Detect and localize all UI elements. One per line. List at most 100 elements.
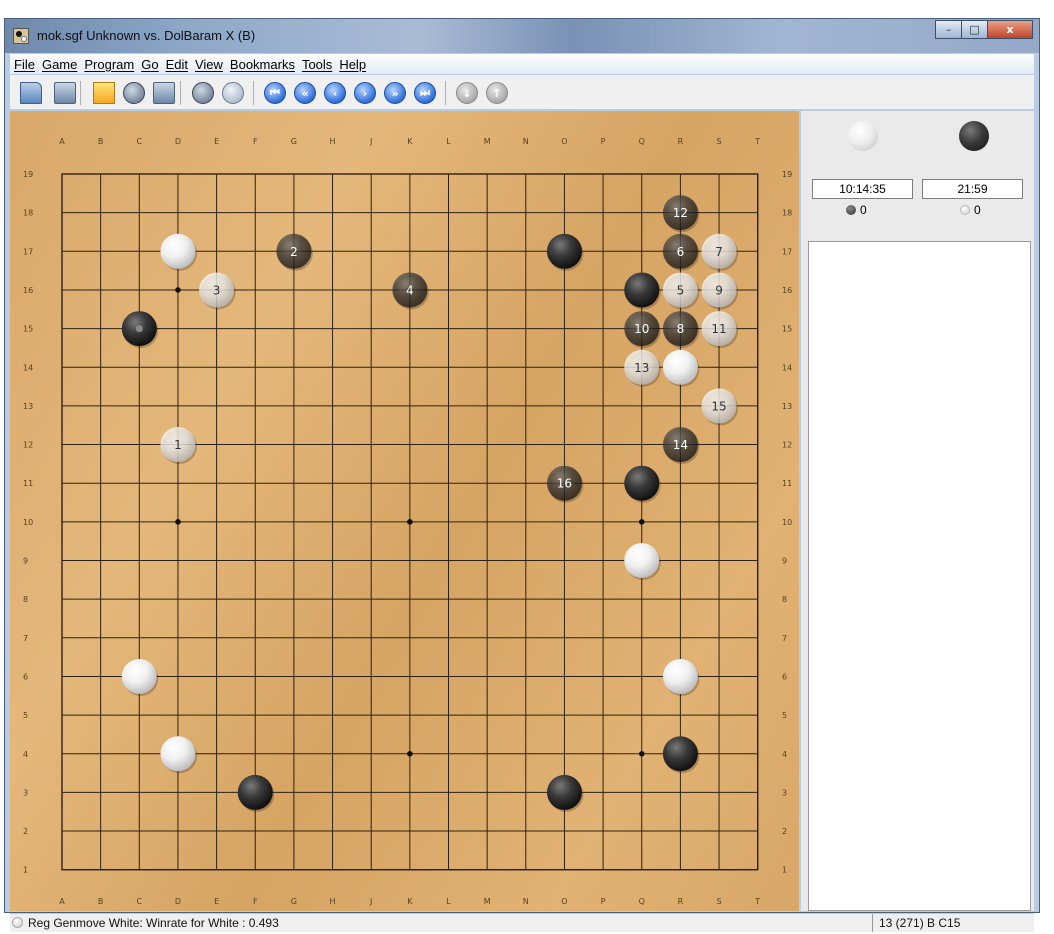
move-number: 6 — [677, 245, 685, 259]
title-bar[interactable]: mok.sgf Unknown vs. DolBaram X (B) – □ x — [5, 19, 1039, 53]
toolbar-separator — [253, 81, 254, 105]
white-stone — [160, 736, 197, 774]
stone — [237, 774, 273, 810]
column-label: H — [330, 137, 336, 146]
row-label: 19 — [782, 170, 792, 179]
row-label: 2 — [23, 827, 28, 836]
stone — [160, 233, 196, 269]
column-label: Q — [639, 897, 645, 906]
toolbar-separator — [180, 81, 181, 105]
column-label: E — [214, 137, 219, 146]
black-stone — [546, 233, 584, 271]
stone — [546, 233, 582, 269]
white-captures: 0 — [846, 203, 867, 217]
column-label: P — [601, 137, 606, 146]
row-label: 1 — [782, 866, 787, 875]
black-stone: 14 — [662, 427, 700, 465]
column-label: R — [678, 137, 684, 146]
black-stone — [237, 774, 275, 812]
row-label: 18 — [782, 209, 792, 218]
move-number: 9 — [715, 283, 723, 297]
save-icon[interactable] — [54, 82, 76, 104]
menu-go[interactable]: Go — [141, 57, 158, 72]
minimize-button[interactable]: – — [935, 20, 962, 39]
maximize-button[interactable]: □ — [961, 20, 988, 39]
stone — [160, 736, 196, 772]
black-stone: 4 — [392, 272, 429, 310]
comment-area[interactable] — [808, 241, 1031, 911]
column-label: J — [369, 897, 372, 906]
side-panel: 10:14:35 21:59 0 0 — [801, 111, 1034, 911]
attach-program-icon[interactable] — [153, 82, 175, 104]
white-clock: 10:14:35 — [812, 179, 913, 199]
black-stone: 8 — [662, 311, 700, 349]
status-message: Reg Genmove White: Winrate for White : 0… — [28, 916, 279, 930]
next-variation-icon[interactable]: ↓ — [456, 82, 478, 104]
close-button[interactable]: x — [987, 20, 1033, 39]
stone — [121, 658, 157, 694]
column-label: F — [253, 897, 258, 906]
menu-view[interactable]: View — [195, 57, 223, 72]
stone — [662, 658, 698, 694]
menu-edit[interactable]: Edit — [166, 57, 188, 72]
forward-icon[interactable]: › — [354, 82, 376, 104]
column-label: Q — [639, 137, 645, 146]
menu-file[interactable]: File — [14, 57, 35, 72]
black-stone: 6 — [662, 233, 700, 271]
row-label: 10 — [23, 518, 33, 527]
white-stone-icon — [960, 205, 970, 215]
column-label: F — [253, 137, 258, 146]
row-label: 17 — [782, 247, 792, 256]
column-label: G — [291, 897, 297, 906]
row-label: 19 — [23, 170, 33, 179]
row-label: 9 — [23, 557, 28, 566]
forward-ten-icon[interactable]: » — [384, 82, 406, 104]
go-board[interactable]: A A B B C C D D E E F F G G H H J J K K L L M M N N O O P P Q Q R R S S T T 19… — [10, 111, 799, 911]
menu-game[interactable]: Game — [42, 57, 77, 72]
stone — [662, 736, 698, 772]
row-label: 5 — [23, 711, 28, 720]
white-stone — [662, 349, 700, 387]
backward-ten-icon[interactable]: « — [294, 82, 316, 104]
play-stone-icon[interactable] — [192, 82, 214, 104]
app-icon[interactable] — [13, 28, 29, 44]
row-label: 11 — [782, 479, 792, 488]
toolbar-separator — [80, 81, 81, 105]
column-label: M — [484, 137, 491, 146]
end-icon[interactable]: ⏭ — [414, 82, 436, 104]
row-label: 3 — [23, 788, 28, 797]
menu-help[interactable]: Help — [339, 57, 366, 72]
white-stone: 1 — [160, 427, 197, 465]
move-number: 8 — [677, 322, 685, 336]
board-canvas[interactable]: AABBCCDDEEFFGGHHJJKKLLMMNNOOPPQQRRSSTT19… — [10, 111, 799, 911]
column-label: L — [446, 137, 451, 146]
row-label: 4 — [782, 750, 787, 759]
menu-tools[interactable]: Tools — [302, 57, 332, 72]
row-label: 17 — [23, 247, 33, 256]
column-label: N — [523, 897, 529, 906]
move-number: 3 — [213, 283, 221, 297]
last-move-marker — [135, 325, 143, 333]
menu-bookmarks[interactable]: Bookmarks — [230, 57, 295, 72]
backward-icon[interactable]: ‹ — [324, 82, 346, 104]
black-stone — [662, 736, 700, 774]
app-window: mok.sgf Unknown vs. DolBaram X (B) – □ x… — [4, 18, 1040, 932]
move-number: 12 — [673, 206, 688, 220]
move-number: 10 — [634, 322, 649, 336]
row-label: 3 — [782, 788, 787, 797]
column-label: R — [678, 897, 684, 906]
column-label: N — [523, 137, 529, 146]
new-game-icon[interactable] — [93, 82, 115, 104]
previous-variation-icon[interactable]: ↑ — [486, 82, 508, 104]
column-label: T — [754, 897, 760, 906]
column-label: O — [561, 137, 567, 146]
menu-program[interactable]: Program — [84, 57, 134, 72]
row-label: 6 — [23, 672, 28, 681]
row-label: 12 — [23, 441, 33, 450]
add-stone-icon[interactable] — [222, 82, 244, 104]
move-number: 2 — [290, 245, 298, 259]
detach-program-icon[interactable] — [123, 82, 145, 104]
open-icon[interactable] — [20, 82, 42, 104]
beginning-icon[interactable]: ⏮ — [264, 82, 286, 104]
black-stone: 10 — [624, 311, 661, 349]
